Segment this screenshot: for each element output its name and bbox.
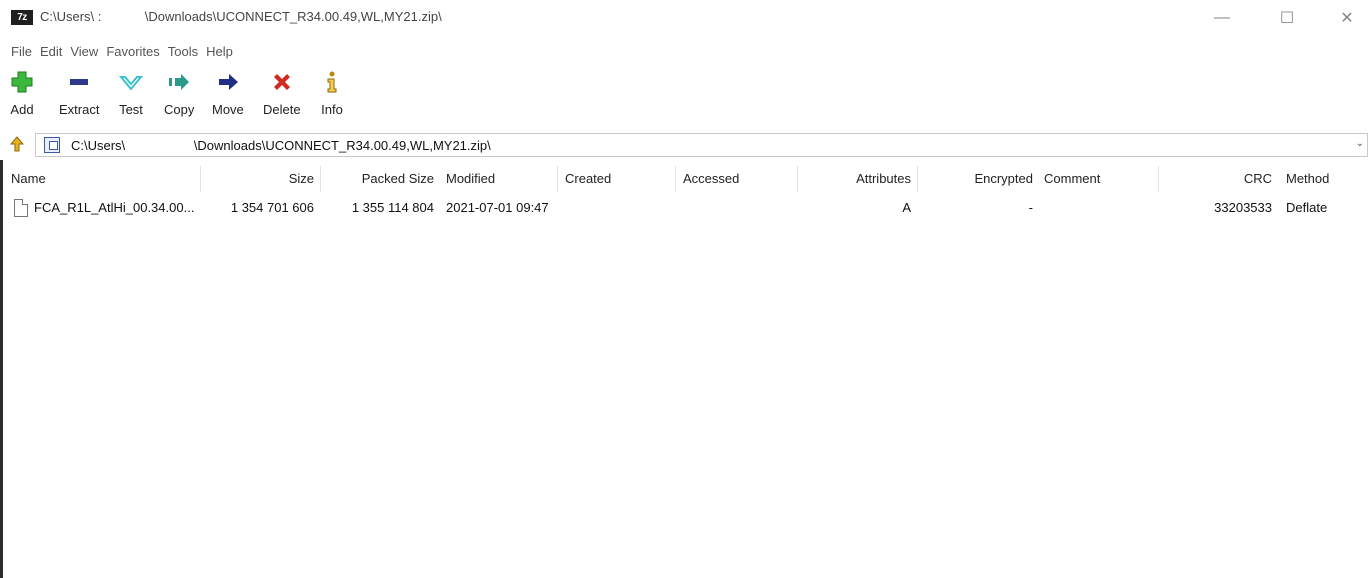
delete-x-icon (268, 68, 296, 96)
cell-encrypted: - (1028, 200, 1033, 215)
minimize-button[interactable]: — (1200, 4, 1244, 32)
cell-method: Deflate (1286, 200, 1328, 215)
close-button[interactable]: ✕ (1325, 4, 1369, 32)
copy-arrow-icon (165, 68, 193, 96)
info-label: Info (321, 102, 343, 117)
add-label: Add (10, 102, 34, 117)
extract-label: Extract (59, 102, 100, 117)
delete-label: Delete (263, 102, 301, 117)
toolbar: Add Extract Test Copy Move Delete Info (0, 68, 1370, 126)
move-arrow-icon (214, 68, 242, 96)
col-encrypted[interactable]: Encrypted (917, 164, 1039, 194)
maximize-button[interactable]: ☐ (1265, 4, 1309, 32)
cell-packed-size: 1 355 114 804 (351, 200, 434, 215)
col-size[interactable]: Size (200, 164, 320, 194)
cell-created (559, 196, 675, 220)
minus-icon (65, 68, 93, 96)
menu-edit[interactable]: Edit (40, 44, 62, 59)
move-label: Move (212, 102, 244, 117)
app-icon: 7z (11, 10, 33, 25)
chevron-down-icon[interactable]: ⌄ (1356, 138, 1364, 149)
col-packed-size[interactable]: Packed Size (320, 164, 440, 194)
cell-crc: 33203533 (1214, 200, 1272, 215)
col-name[interactable]: Name (5, 164, 200, 194)
menu-file[interactable]: File (11, 44, 32, 59)
test-button[interactable]: Test (117, 68, 145, 124)
extract-button[interactable]: Extract (59, 68, 99, 124)
path-field[interactable]: C:\Users\ \Downloads\UCONNECT_R34.00.49,… (35, 133, 1368, 157)
info-button[interactable]: Info (318, 68, 346, 124)
copy-button[interactable]: Copy (164, 68, 194, 124)
cell-attributes: A (902, 200, 911, 215)
menu-favorites[interactable]: Favorites (106, 44, 159, 59)
menu-view[interactable]: View (70, 44, 98, 59)
cell-name: FCA_R1L_AtlHi_00.34.00... (34, 200, 195, 215)
col-modified[interactable]: Modified (440, 164, 555, 194)
menu-help[interactable]: Help (206, 44, 233, 59)
plus-icon (8, 68, 36, 96)
cell-size: 1 354 701 606 (230, 200, 314, 215)
delete-button[interactable]: Delete (263, 68, 301, 124)
info-icon (318, 68, 346, 96)
add-button[interactable]: Add (8, 68, 36, 124)
cell-accessed (677, 196, 797, 220)
menu-bar: File Edit View Favorites Tools Help (0, 40, 241, 62)
address-bar: C:\Users\ \Downloads\UCONNECT_R34.00.49,… (0, 132, 1370, 158)
test-label: Test (119, 102, 143, 117)
window-left-edge (0, 160, 3, 578)
table-row[interactable]: FCA_R1L_AtlHi_00.34.00... 1 354 701 606 … (0, 196, 1370, 220)
path-text: C:\Users\ \Downloads\UCONNECT_R34.00.49,… (71, 138, 491, 153)
col-attributes[interactable]: Attributes (797, 164, 917, 194)
menu-tools[interactable]: Tools (168, 44, 198, 59)
window-title: C:\Users\ : \Downloads\UCONNECT_R34.00.4… (40, 9, 442, 24)
archive-icon (44, 137, 60, 153)
move-button[interactable]: Move (212, 68, 244, 124)
col-comment[interactable]: Comment (1038, 164, 1158, 194)
cell-comment (1038, 196, 1158, 220)
file-icon (14, 199, 28, 217)
col-method[interactable]: Method (1280, 164, 1360, 194)
col-crc[interactable]: CRC (1158, 164, 1278, 194)
copy-label: Copy (164, 102, 195, 117)
check-icon (117, 68, 145, 96)
column-header: Name Size Packed Size Modified Created A… (0, 164, 1370, 194)
col-accessed[interactable]: Accessed (677, 164, 797, 194)
folder-up-icon[interactable] (8, 136, 26, 154)
title-bar: 7z C:\Users\ : \Downloads\UCONNECT_R34.0… (0, 0, 1370, 38)
cell-modified: 2021-07-01 09:47 (446, 200, 549, 215)
col-created[interactable]: Created (559, 164, 675, 194)
